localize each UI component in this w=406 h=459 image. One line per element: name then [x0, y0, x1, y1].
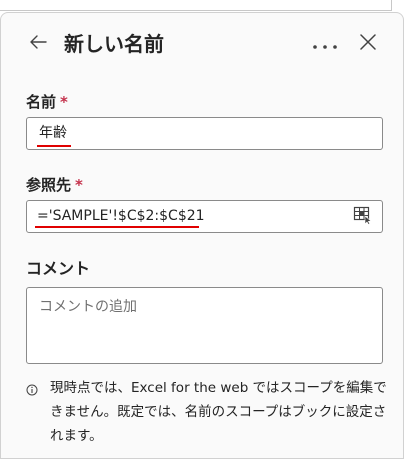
more-horizontal-icon [312, 35, 338, 54]
info-icon [26, 381, 38, 396]
reference-label: 参照先 * [26, 174, 83, 196]
close-button[interactable] [354, 30, 382, 58]
comment-label: コメント [26, 259, 91, 278]
required-mark: * [75, 176, 83, 194]
arrow-left-icon [29, 34, 47, 54]
name-manager-window: 新しい名前 名前 * 年齢 参照先 * ='SAMPLE'!$C$2:$C$21… [0, 0, 406, 459]
comment-textarea[interactable]: コメントの追加 [26, 287, 383, 364]
name-label-text: 名前 [26, 93, 57, 111]
reference-input[interactable]: ='SAMPLE'!$C$2:$C$21 [26, 200, 383, 233]
name-label: 名前 * [26, 91, 68, 113]
top-edge [0, 0, 392, 11]
close-icon [360, 34, 376, 54]
panel-title: 新しい名前 [64, 32, 164, 56]
range-select-icon [353, 205, 373, 229]
reference-label-text: 参照先 [26, 176, 72, 194]
range-select-button[interactable] [352, 206, 374, 228]
back-button[interactable] [26, 30, 50, 58]
scope-note-text: 現時点では、Excel for the web ではスコープを編集できません。既… [50, 380, 387, 444]
panel-header: 新しい名前 [0, 22, 404, 66]
spelling-underline [37, 145, 71, 147]
comment-placeholder: コメントの追加 [39, 299, 137, 315]
error-underline [35, 226, 199, 228]
name-input[interactable]: 年齢 [26, 117, 383, 150]
more-options-button[interactable] [310, 30, 340, 58]
required-mark: * [60, 93, 68, 111]
